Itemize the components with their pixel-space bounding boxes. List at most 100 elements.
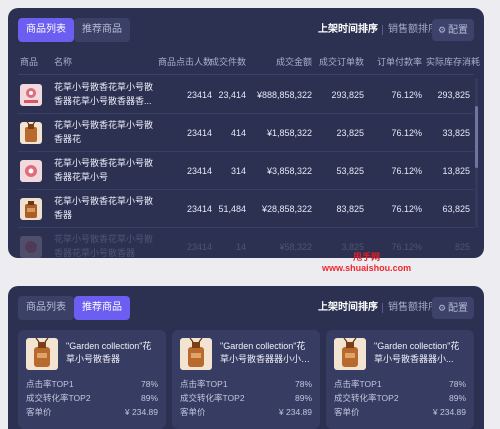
- config-button[interactable]: ⚙ 配置: [432, 19, 474, 41]
- product-list-panel: 商品列表 推荐商品 上架时间排序 销售额排序 ⚙ 配置 商品 名称 商品点击人数 …: [8, 8, 484, 258]
- stock-cell: 13,825: [442, 166, 470, 176]
- product-name: 花草小号散香花草小号散香器: [54, 196, 154, 220]
- config-button[interactable]: ⚙ 配置: [432, 297, 474, 319]
- metric-label: 成交转化率TOP2: [334, 393, 399, 403]
- metric-row: 点击率TOP1 78%: [26, 378, 158, 390]
- recommended-card[interactable]: "Garden collection"花 草小号散香器 点击率TOP1 78% …: [18, 330, 166, 429]
- config-label: 配置: [448, 303, 469, 314]
- tab-recommended[interactable]: 推荐商品: [74, 18, 130, 42]
- sort-by-listing-time[interactable]: 上架时间排序: [318, 296, 378, 320]
- units-cell: 314: [230, 166, 246, 176]
- gear-icon: ⚙: [437, 303, 447, 313]
- recommended-card[interactable]: "Garden collection"花 草小号散香器器小... 点击率TOP1…: [326, 330, 474, 429]
- tab-recommended[interactable]: 推荐商品: [74, 296, 130, 320]
- product-thumbnail: [20, 236, 42, 258]
- pay-rate-cell: 76.12%: [391, 90, 422, 100]
- config-label: 配置: [448, 25, 469, 36]
- scrollbar-thumb[interactable]: [475, 106, 478, 168]
- metric-label: 成交转化率TOP2: [180, 393, 245, 403]
- stock-cell: 33,825: [442, 128, 470, 138]
- watermark: 甩手网 www.shuaishou.com: [322, 252, 411, 274]
- column-header[interactable]: 实际库存消耗: [426, 52, 480, 72]
- orders-cell: 293,825: [331, 90, 364, 100]
- product-name: 花草小号散香花草小号散香器花: [54, 120, 154, 144]
- watermark-url: www.shuaishou.com: [322, 263, 412, 273]
- column-header[interactable]: 成交件数: [210, 52, 246, 72]
- tab-product-list[interactable]: 商品列表: [18, 296, 74, 320]
- column-header[interactable]: 订单付款率: [377, 52, 422, 72]
- column-header[interactable]: 商品点击人数: [158, 52, 212, 72]
- stock-cell: 63,825: [442, 204, 470, 214]
- column-header[interactable]: 商品: [20, 52, 38, 72]
- gear-icon: ⚙: [437, 25, 447, 35]
- card-title: "Garden collection"花 草小号散香器器小...: [374, 341, 460, 364]
- recommended-card[interactable]: "Garden collection"花 草小号散香器器小小号散香器器小器小器号…: [172, 330, 320, 429]
- table-row[interactable]: 花草小号散香花草小号散香器 23414 51,484 ¥28,858,322 8…: [8, 190, 484, 228]
- product-name: 花草小号散香花草小号散香器花草小号散香器: [54, 234, 154, 258]
- metric-label: 客单价: [180, 407, 206, 417]
- product-thumbnail: [20, 160, 42, 182]
- units-cell: 414: [230, 128, 246, 138]
- card-title: "Garden collection"花 草小号散香器: [66, 341, 152, 364]
- table-row[interactable]: 花草小号散香花草小号散香器花 23414 414 ¥1,858,322 23,8…: [8, 114, 484, 152]
- list-toolbar: 商品列表 推荐商品 上架时间排序 销售额排序 ⚙ 配置: [18, 18, 474, 42]
- metric-row: 点击率TOP1 78%: [334, 378, 466, 390]
- metric-label: 点击率TOP1: [334, 379, 382, 389]
- metric-label: 点击率TOP1: [180, 379, 228, 389]
- recommended-panel: 商品列表 推荐商品 上架时间排序 销售额排序 ⚙ 配置 "Garden colle…: [8, 286, 484, 429]
- stock-cell: 293,825: [437, 90, 470, 100]
- product-thumbnail: [334, 338, 366, 370]
- metric-row: 客单价 ¥ 234.89: [180, 406, 312, 418]
- product-thumbnail: [26, 338, 58, 370]
- metric-label: 成交转化率TOP2: [26, 393, 91, 403]
- units-cell: 23,414: [218, 90, 246, 100]
- clicks-cell: 23414: [186, 166, 212, 176]
- metric-value: ¥ 234.89: [278, 407, 312, 417]
- tab-product-list[interactable]: 商品列表: [18, 18, 74, 42]
- metric-value: 89%: [448, 393, 466, 403]
- amount-cell: ¥28,858,322: [261, 204, 312, 214]
- clicks-cell: 23414: [186, 204, 212, 214]
- metric-row: 成交转化率TOP2 89%: [334, 392, 466, 404]
- clicks-cell: 23414: [186, 128, 212, 138]
- product-name: 花草小号散香花草小号散香器花草小号: [54, 158, 154, 182]
- amount-cell: ¥58,322: [279, 242, 312, 252]
- stock-cell: 825: [454, 242, 470, 252]
- column-header[interactable]: 名称: [54, 52, 72, 72]
- metric-row: 成交转化率TOP2 89%: [180, 392, 312, 404]
- clicks-cell: 23414: [186, 242, 212, 252]
- sort-by-listing-time[interactable]: 上架时间排序: [318, 18, 378, 42]
- table-row[interactable]: 花草小号散香花草小号散香器花草小号 23414 314 ¥3,858,322 5…: [8, 152, 484, 190]
- metric-label: 点击率TOP1: [26, 379, 74, 389]
- product-thumbnail: [20, 122, 42, 144]
- metric-row: 客单价 ¥ 234.89: [26, 406, 158, 418]
- metric-row: 点击率TOP1 78%: [180, 378, 312, 390]
- header-divider: [18, 74, 474, 75]
- metric-value: 78%: [140, 379, 158, 389]
- orders-cell: 83,825: [336, 204, 364, 214]
- sort-by-sales[interactable]: 销售额排序: [388, 296, 438, 320]
- table-row[interactable]: 花草小号散香花草小号散香器花草小号散香器 23414 14 ¥58,322 3,…: [8, 228, 484, 258]
- sort-by-sales[interactable]: 销售额排序: [388, 18, 438, 42]
- table-row[interactable]: 花草小号散香花草小号散香器花草小号散香器香... 23414 23,414 ¥8…: [8, 76, 484, 114]
- units-cell: 51,484: [218, 204, 246, 214]
- metric-value: 89%: [140, 393, 158, 403]
- pay-rate-cell: 76.12%: [391, 166, 422, 176]
- pay-rate-cell: 76.12%: [391, 128, 422, 138]
- column-header[interactable]: 成交金额: [276, 52, 312, 72]
- metric-value: ¥ 234.89: [124, 407, 158, 417]
- metric-value: 89%: [294, 393, 312, 403]
- card-title: "Garden collection"花 草小号散香器器小小号散香器器小器小器号…: [220, 341, 311, 364]
- metric-row: 客单价 ¥ 234.89: [334, 406, 466, 418]
- amount-cell: ¥888,858,322: [256, 90, 312, 100]
- watermark-brand: 甩手网: [353, 252, 381, 262]
- sort-divider: [382, 25, 383, 35]
- product-name: 花草小号散香花草小号散香器花草小号散香器香...: [54, 82, 154, 106]
- column-header[interactable]: 成交订单数: [319, 52, 364, 72]
- table-header: 商品 名称 商品点击人数 成交件数 成交金额 成交订单数 订单付款率 实际库存消…: [8, 52, 484, 72]
- product-thumbnail: [20, 198, 42, 220]
- units-cell: 14: [235, 242, 246, 252]
- vertical-scrollbar[interactable]: [475, 78, 478, 228]
- clicks-cell: 23414: [186, 90, 212, 100]
- amount-cell: ¥3,858,322: [266, 166, 312, 176]
